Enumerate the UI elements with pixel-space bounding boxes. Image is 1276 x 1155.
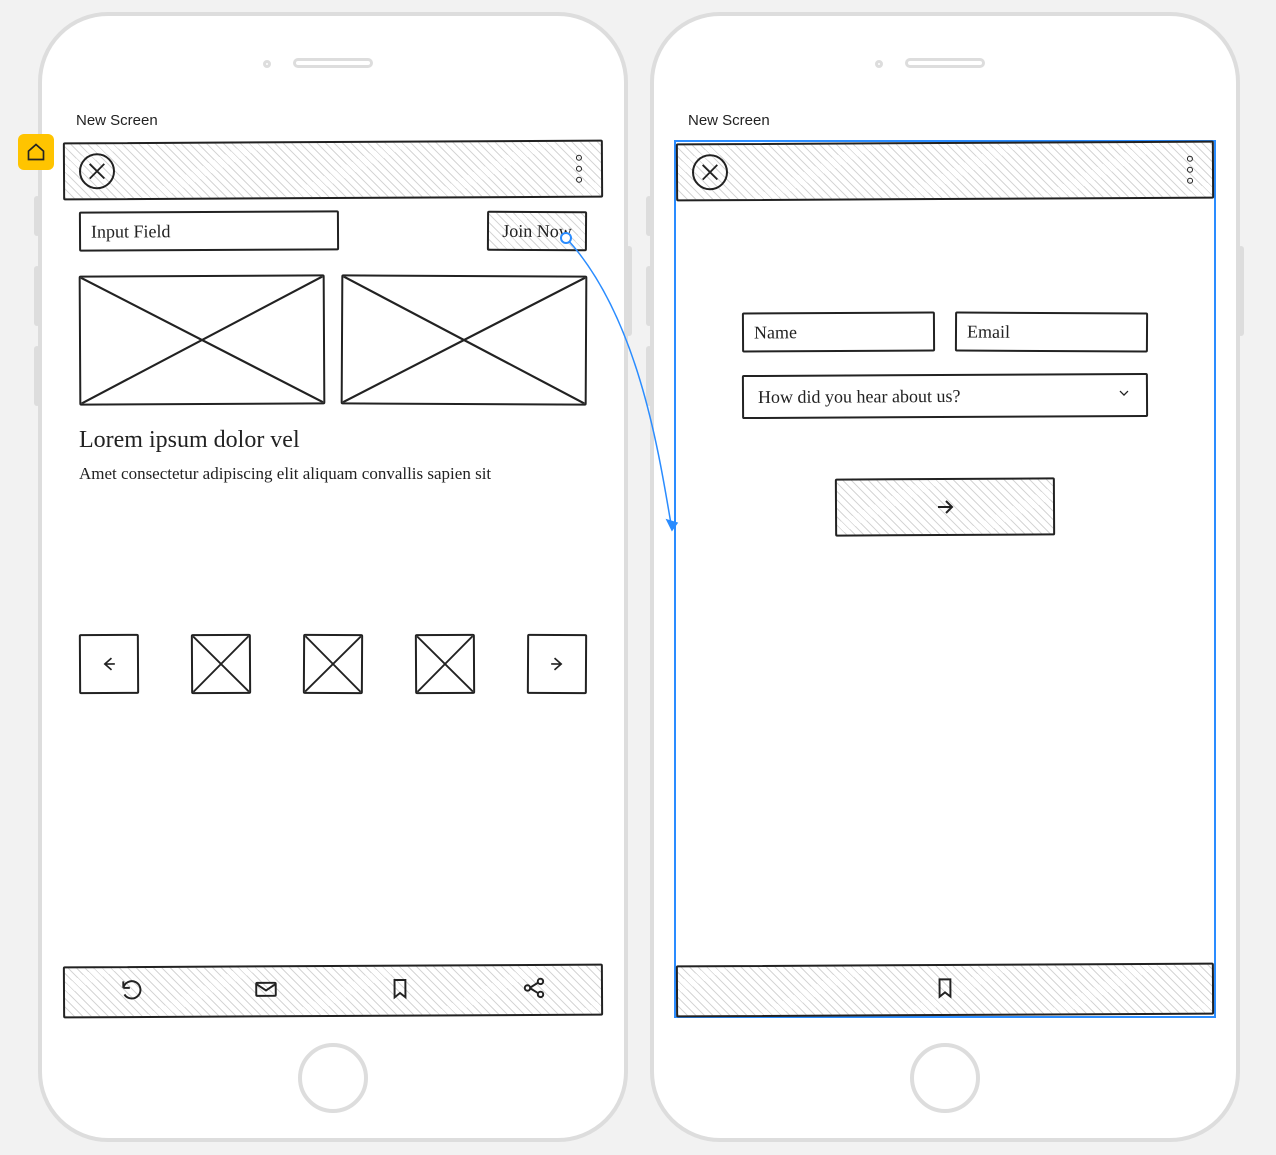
- home-screen-badge[interactable]: [18, 134, 54, 170]
- screen-content: Input Field Join Now Lorem ipsum dolor v…: [79, 211, 587, 957]
- share-icon[interactable]: [521, 974, 547, 1005]
- heading: Lorem ipsum dolor vel: [79, 427, 587, 454]
- image-placeholder[interactable]: [341, 274, 588, 405]
- arrow-left-icon: [99, 654, 119, 674]
- navbar: [676, 141, 1214, 202]
- name-field[interactable]: Name: [742, 311, 935, 352]
- device-side-button: [34, 346, 40, 406]
- carousel-thumb[interactable]: [415, 634, 475, 694]
- image-placeholder[interactable]: [79, 274, 326, 405]
- device-home-button: [298, 1043, 368, 1113]
- kebab-menu-icon[interactable]: [571, 155, 587, 183]
- submit-button[interactable]: [835, 477, 1055, 536]
- close-icon[interactable]: [79, 153, 115, 189]
- screen-title-1[interactable]: New Screen: [76, 112, 158, 129]
- carousel-prev-button[interactable]: [79, 634, 139, 694]
- device-camera: [263, 60, 271, 68]
- device-home-button: [910, 1043, 980, 1113]
- body-text: Amet consectetur adipiscing elit aliquam…: [79, 464, 587, 484]
- close-icon[interactable]: [692, 154, 728, 190]
- device-side-button: [626, 246, 632, 336]
- screen-title-2[interactable]: New Screen: [688, 112, 770, 129]
- device-side-button: [646, 266, 652, 326]
- bookmark-icon[interactable]: [932, 974, 958, 1005]
- bookmark-icon[interactable]: [387, 975, 413, 1006]
- search-input[interactable]: Input Field: [79, 210, 339, 251]
- select-label: How did you hear about us?: [758, 385, 961, 407]
- arrow-right-icon: [933, 495, 957, 519]
- screen-1[interactable]: Input Field Join Now Lorem ipsum dolor v…: [62, 140, 604, 1018]
- device-frame-2: New Screen Name Email How did you he: [650, 12, 1240, 1142]
- chevron-down-icon: [1116, 385, 1132, 406]
- device-side-button: [34, 266, 40, 326]
- referral-select[interactable]: How did you hear about us?: [742, 373, 1148, 419]
- device-camera: [875, 60, 883, 68]
- arrow-right-icon: [547, 654, 567, 674]
- link-origin-handle[interactable]: [560, 232, 572, 244]
- email-field[interactable]: Email: [955, 311, 1148, 352]
- carousel-thumb[interactable]: [191, 634, 251, 694]
- screen-content: Name Email How did you hear about us?: [692, 212, 1198, 956]
- device-speaker: [293, 58, 373, 68]
- kebab-menu-icon[interactable]: [1182, 156, 1198, 184]
- device-speaker: [905, 58, 985, 68]
- join-now-button[interactable]: Join Now: [487, 211, 587, 252]
- mail-icon[interactable]: [253, 976, 279, 1007]
- carousel-thumb[interactable]: [303, 634, 363, 694]
- screen-2[interactable]: Name Email How did you hear about us?: [674, 140, 1216, 1018]
- refresh-icon[interactable]: [119, 976, 145, 1007]
- device-side-button: [646, 196, 652, 236]
- tabbar: [676, 963, 1214, 1018]
- home-icon: [26, 142, 46, 162]
- device-side-button: [646, 346, 652, 406]
- device-side-button: [34, 196, 40, 236]
- device-side-button: [1238, 246, 1244, 336]
- device-frame-1: New Screen Input Field Join Now: [38, 12, 628, 1142]
- carousel-next-button[interactable]: [527, 634, 587, 694]
- tabbar: [63, 964, 603, 1019]
- navbar: [63, 140, 603, 201]
